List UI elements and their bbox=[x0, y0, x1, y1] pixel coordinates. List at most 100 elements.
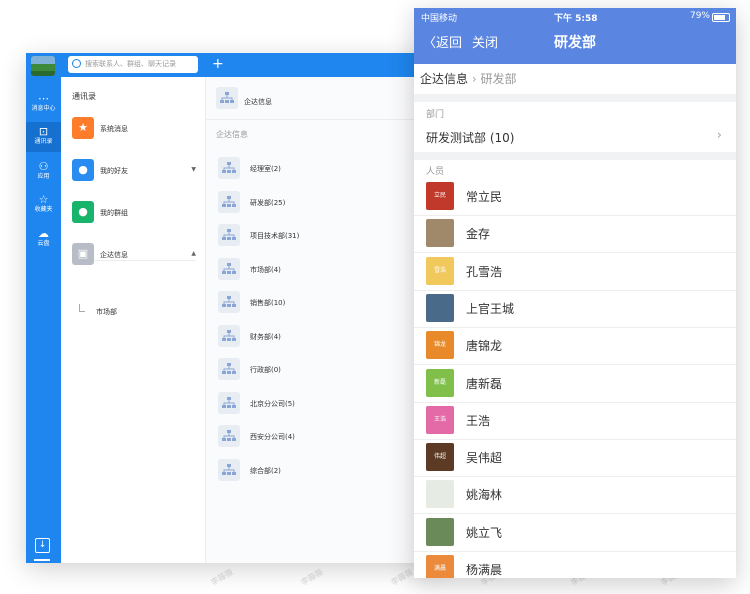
person-name: 王浩 bbox=[466, 413, 491, 428]
department-label: 行政部(0) bbox=[250, 366, 281, 374]
department-label: 经理室(2) bbox=[250, 165, 281, 173]
nav-contacts[interactable]: ⊡ 通讯录 bbox=[26, 122, 61, 152]
chevron-up-icon[interactable]: ▲ bbox=[191, 250, 196, 257]
nav-label: 收藏夹 bbox=[34, 206, 53, 213]
section-caption: 企达信息 bbox=[216, 130, 248, 139]
person-row[interactable]: 新磊 唐新磊 bbox=[414, 365, 736, 403]
avatar: 伟超 bbox=[426, 443, 454, 472]
breadcrumb: 企达信息 › 研发部 bbox=[420, 70, 517, 87]
avatar: 雪浩 bbox=[426, 256, 454, 285]
phone-screen: 中国移动 下午 5:58 79% 〈返回 关闭 研发部 企达信息 › 研发部 部… bbox=[414, 8, 736, 578]
person-row[interactable]: 锦龙 唐锦龙 bbox=[414, 327, 736, 366]
org-icon bbox=[218, 190, 240, 213]
person-name: 唐新磊 bbox=[466, 376, 503, 391]
person-name: 孔雪浩 bbox=[466, 264, 503, 279]
department-label: 综合部(2) bbox=[250, 466, 281, 475]
department-label: 西安分公司(4) bbox=[250, 433, 295, 441]
department-label: 研发部(25) bbox=[250, 198, 286, 207]
person-name: 吴伟超 bbox=[466, 451, 503, 466]
department-label: 市场部(4) bbox=[250, 265, 281, 274]
org-icon bbox=[218, 324, 240, 347]
person-row[interactable]: 金存 bbox=[414, 215, 736, 254]
person-name: 常立民 bbox=[466, 190, 503, 204]
apps-icon: ⚇ bbox=[38, 160, 49, 173]
nav-label: 消息中心 bbox=[31, 105, 56, 112]
org-icon bbox=[216, 87, 238, 109]
org-icon bbox=[218, 425, 240, 447]
add-button[interactable]: + bbox=[212, 56, 224, 72]
divider bbox=[206, 119, 440, 120]
person-icon: ● bbox=[72, 159, 94, 181]
person-row[interactable]: 姚立飞 bbox=[414, 514, 736, 552]
nav-apps[interactable]: ⚇ 应用 bbox=[26, 157, 61, 187]
person-row[interactable]: 王浩 王浩 bbox=[414, 402, 736, 440]
org-icon bbox=[218, 224, 240, 246]
department-label: 财务部(4) bbox=[250, 332, 281, 341]
person-name: 唐锦龙 bbox=[466, 339, 503, 354]
nav-label: 应用 bbox=[37, 173, 50, 180]
org-icon: ▣ bbox=[72, 243, 94, 265]
dept-section-label: 部门 bbox=[426, 110, 445, 120]
breadcrumb-current: 研发部 bbox=[480, 72, 517, 86]
phone-header: 中国移动 下午 5:58 79% 〈返回 关闭 研发部 bbox=[414, 8, 736, 64]
org-icon bbox=[218, 391, 240, 414]
people-section-label: 人员 bbox=[426, 167, 445, 177]
nav-cloud-drive[interactable]: ☁ 云盘 bbox=[26, 224, 61, 254]
avatar: 锦龙 bbox=[426, 331, 454, 360]
watermark-text: 李薇薇 bbox=[299, 567, 325, 588]
close-button[interactable]: 关闭 bbox=[472, 32, 498, 51]
group-company[interactable]: ▣ 企达信息 ▲ bbox=[72, 243, 202, 267]
contacts-title: 通讯录 bbox=[72, 92, 96, 101]
tree-item-market[interactable]: 市场部 bbox=[79, 304, 117, 317]
back-button[interactable]: 〈返回 bbox=[423, 32, 462, 51]
department-label: 项目技术部(31) bbox=[250, 232, 300, 240]
desktop-topbar: 搜索联系人、群组、聊天记录 + bbox=[26, 53, 440, 77]
avatar: 立民 bbox=[426, 182, 454, 210]
group-label: 我的好友 bbox=[100, 167, 128, 175]
person-row[interactable]: 姚海林 bbox=[414, 476, 736, 515]
search-input[interactable]: 搜索联系人、群组、聊天记录 bbox=[68, 56, 198, 73]
download-icon[interactable]: ↓ bbox=[35, 538, 50, 553]
group-my-friends[interactable]: ● 我的好友 ▼ bbox=[72, 159, 202, 183]
chevron-down-icon[interactable]: ▼ bbox=[191, 166, 196, 173]
battery-icon bbox=[712, 13, 730, 22]
nav-favorites[interactable]: ☆ 收藏夹 bbox=[26, 190, 61, 220]
tree-item-label: 市场部 bbox=[96, 308, 117, 316]
person-row[interactable]: 雪浩 孔雪浩 bbox=[414, 253, 736, 291]
group-label: 我的群组 bbox=[100, 209, 128, 217]
nav-label: 通讯录 bbox=[34, 138, 53, 145]
org-panel: 企达信息 企达信息 经理室(2) 研发部(25) 项目技术部(31) 市场部(4) 销售… bbox=[206, 77, 440, 563]
divider bbox=[414, 94, 736, 102]
battery-percent: 79% bbox=[689, 11, 710, 21]
org-icon bbox=[218, 358, 240, 380]
menu-icon[interactable] bbox=[34, 559, 50, 563]
nav-label: 云盘 bbox=[37, 240, 50, 247]
star-icon: ☆ bbox=[38, 193, 49, 206]
department-label: 销售部(10) bbox=[250, 299, 286, 307]
org-icon bbox=[218, 458, 240, 481]
chevron-right-icon[interactable]: › bbox=[717, 128, 722, 143]
person-row[interactable]: 满晨 杨满晨 bbox=[414, 551, 736, 578]
person-row[interactable]: 立民 常立民 bbox=[414, 178, 736, 216]
contacts-icon: ⊡ bbox=[38, 125, 49, 138]
group-system-messages[interactable]: ★ 系统消息 bbox=[72, 117, 202, 141]
person-name: 金存 bbox=[466, 227, 491, 242]
divider bbox=[414, 152, 736, 160]
status-time: 下午 5:58 bbox=[554, 14, 598, 24]
person-name: 杨满晨 bbox=[466, 563, 503, 577]
dept-item[interactable]: 研发测试部 (10) bbox=[426, 129, 514, 146]
watermark-text: 李薇薇 bbox=[389, 567, 415, 588]
department-label: 北京分公司(5) bbox=[250, 399, 295, 408]
nav-message-center[interactable]: ⋯ 消息中心 bbox=[26, 89, 61, 119]
person-row[interactable]: 伟超 吴伟超 bbox=[414, 439, 736, 478]
avatar[interactable] bbox=[31, 56, 55, 76]
watermark-text: 李薇薇 bbox=[209, 567, 235, 588]
search-placeholder: 搜索联系人、群组、聊天记录 bbox=[85, 60, 176, 68]
breadcrumb-root[interactable]: 企达信息 bbox=[420, 72, 468, 86]
group-my-groups[interactable]: ● 我的群组 bbox=[72, 201, 202, 225]
person-row[interactable]: 上官王城 bbox=[414, 290, 736, 328]
group-label: 系统消息 bbox=[100, 125, 128, 133]
cloud-icon: ☁ bbox=[38, 227, 49, 240]
desktop-sidebar: ⋯ 消息中心 ⊡ 通讯录 ⚇ 应用 ☆ 收藏夹 ☁ 云盘 ↓ bbox=[26, 56, 61, 563]
avatar bbox=[426, 480, 454, 509]
